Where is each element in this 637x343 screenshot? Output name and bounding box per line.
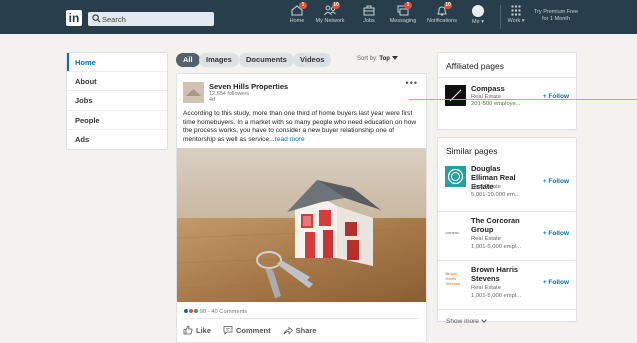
show-more-label: Show more bbox=[446, 318, 479, 325]
feed-post: Seven Hills Properties 12,654 followers … bbox=[176, 73, 427, 343]
sidebar-item-home[interactable]: Home bbox=[67, 53, 167, 73]
filter-all[interactable]: All bbox=[176, 53, 200, 67]
affiliated-company[interactable]: Compass Real Estate 201-500 employe... +… bbox=[438, 78, 576, 126]
similar-company-row[interactable]: corcoran The Corcoran Group Real Estate … bbox=[438, 212, 576, 260]
nav-jobs[interactable]: Jobs bbox=[359, 5, 379, 31]
caret-down-icon bbox=[391, 56, 398, 60]
share-icon bbox=[283, 326, 293, 335]
jobs-icon bbox=[363, 5, 375, 16]
avatar bbox=[472, 5, 484, 17]
nav-home[interactable]: 1 Home bbox=[286, 2, 308, 31]
reactions-summary[interactable]: 98 - 40 Comments bbox=[183, 308, 247, 315]
similar-company-row[interactable]: Douglas Elliman Real Estate Real Estate … bbox=[438, 162, 576, 211]
nav-work[interactable]: Work ▾ bbox=[505, 5, 527, 31]
nav-work-label: Work ▾ bbox=[507, 18, 525, 24]
similar-title: Similar pages bbox=[446, 146, 498, 156]
follow-button[interactable]: + Follow bbox=[543, 230, 569, 237]
company-size: 201-500 employe... bbox=[471, 101, 521, 107]
company-size: 1,001-5,000 empl... bbox=[471, 244, 521, 250]
post-time: 4d bbox=[209, 97, 216, 103]
grid-icon bbox=[511, 5, 521, 16]
comment-icon bbox=[223, 326, 233, 335]
home-badge: 1 bbox=[299, 2, 307, 9]
follow-button[interactable]: + Follow bbox=[543, 178, 569, 185]
post-image[interactable] bbox=[177, 148, 426, 302]
svg-text:Stevens: Stevens bbox=[446, 281, 460, 286]
nav-my-network[interactable]: 10 My Network bbox=[313, 2, 347, 31]
sidebar-item-ads[interactable]: Ads bbox=[67, 130, 167, 149]
similar-company-row[interactable]: Brown Harris Stevens Brown Harris Stevens … bbox=[438, 261, 576, 309]
premium-line-2: for 1 Month bbox=[542, 16, 570, 22]
filter-documents[interactable]: Documents bbox=[239, 53, 294, 67]
top-navigation-bar: in 1 Home 10 My Network Jobs 1 Messaging… bbox=[0, 0, 637, 34]
post-divider bbox=[183, 318, 420, 319]
reactions-count: 98 - 40 Comments bbox=[199, 309, 248, 315]
premium-line-1: Try Premium Free bbox=[533, 9, 579, 15]
show-more-button[interactable]: Show more bbox=[438, 310, 576, 333]
nav-messaging[interactable]: 1 Messaging bbox=[388, 2, 418, 31]
post-text: According to this study, more than one t… bbox=[183, 110, 423, 144]
company-name[interactable]: Brown Harris Stevens bbox=[471, 265, 527, 283]
like-label: Like bbox=[196, 325, 212, 335]
messaging-badge: 1 bbox=[404, 2, 412, 9]
share-button[interactable]: Share bbox=[283, 325, 317, 335]
filter-videos[interactable]: Videos bbox=[293, 53, 332, 67]
compass-logo bbox=[445, 85, 466, 106]
nav-jobs-label: Jobs bbox=[363, 18, 375, 24]
share-label: Share bbox=[295, 325, 317, 335]
celebrate-reaction-icon bbox=[193, 308, 199, 314]
company-industry: Real Estate bbox=[471, 285, 501, 291]
sidebar-item-people[interactable]: People bbox=[67, 111, 167, 130]
similar-pages-panel: Similar pages Douglas Elliman Real Estat… bbox=[437, 137, 577, 325]
search-icon bbox=[92, 14, 101, 23]
read-more-link[interactable]: read more bbox=[275, 136, 305, 143]
sort-label: Sort by: bbox=[357, 56, 378, 62]
nav-me-label: Me ▾ bbox=[472, 19, 484, 25]
thumbs-up-icon bbox=[183, 325, 193, 335]
premium-link[interactable]: Try Premium Free for 1 Month bbox=[528, 9, 584, 23]
nav-notifications[interactable]: 10 Notifications bbox=[424, 2, 460, 31]
nav-divider bbox=[500, 5, 501, 29]
post-author[interactable]: Seven Hills Properties bbox=[209, 82, 288, 91]
comment-button[interactable]: Comment bbox=[223, 325, 271, 335]
linkedin-logo[interactable]: in bbox=[66, 10, 82, 26]
sort-value: Top bbox=[379, 56, 390, 62]
network-badge: 10 bbox=[332, 2, 340, 9]
company-page-nav: Home About Jobs People Ads bbox=[66, 52, 168, 150]
notifications-badge: 10 bbox=[444, 2, 452, 9]
filter-images[interactable]: Images bbox=[199, 53, 239, 67]
svg-text:corcoran: corcoran bbox=[446, 231, 459, 235]
comment-label: Comment bbox=[236, 325, 271, 335]
sidebar-item-jobs[interactable]: Jobs bbox=[67, 91, 167, 111]
nav-notifications-label: Notifications bbox=[427, 18, 457, 24]
company-industry: Real Estate bbox=[471, 236, 501, 242]
sort-dropdown[interactable]: Sort by: Top bbox=[357, 56, 398, 62]
house-logo-icon bbox=[183, 82, 204, 103]
nav-messaging-label: Messaging bbox=[389, 18, 417, 24]
company-size: 5,001-10,000 em... bbox=[471, 192, 520, 198]
brown-harris-stevens-logo: BrownHarrisStevens bbox=[445, 269, 466, 290]
nav-my-network-label: My Network bbox=[315, 18, 345, 24]
more-options-icon[interactable]: ••• bbox=[406, 78, 418, 88]
affiliated-title: Affiliated pages bbox=[446, 61, 504, 71]
follow-button[interactable]: + Follow bbox=[543, 279, 569, 286]
company-name[interactable]: The Corcoran Group bbox=[471, 216, 527, 234]
annotation-pointer-line bbox=[409, 99, 637, 100]
post-actions: Like Comment Share bbox=[183, 325, 316, 335]
affiliated-pages-panel: Affiliated pages Compass Real Estate 201… bbox=[437, 52, 577, 130]
nav-me[interactable]: Me ▾ bbox=[468, 5, 488, 31]
nav-home-label: Home bbox=[289, 18, 305, 24]
company-name[interactable]: Compass bbox=[471, 84, 527, 93]
company-industry: Real Estate bbox=[471, 184, 501, 190]
sidebar-item-about[interactable]: About bbox=[67, 72, 167, 92]
douglas-elliman-logo bbox=[445, 166, 466, 187]
corcoran-logo: corcoran bbox=[445, 222, 466, 243]
search-box[interactable] bbox=[88, 12, 214, 26]
company-logo[interactable] bbox=[183, 82, 204, 103]
like-button[interactable]: Like bbox=[183, 325, 211, 335]
chevron-down-icon bbox=[481, 317, 487, 323]
company-size: 1,001-5,000 empl... bbox=[471, 293, 521, 299]
search-input[interactable] bbox=[102, 12, 212, 26]
